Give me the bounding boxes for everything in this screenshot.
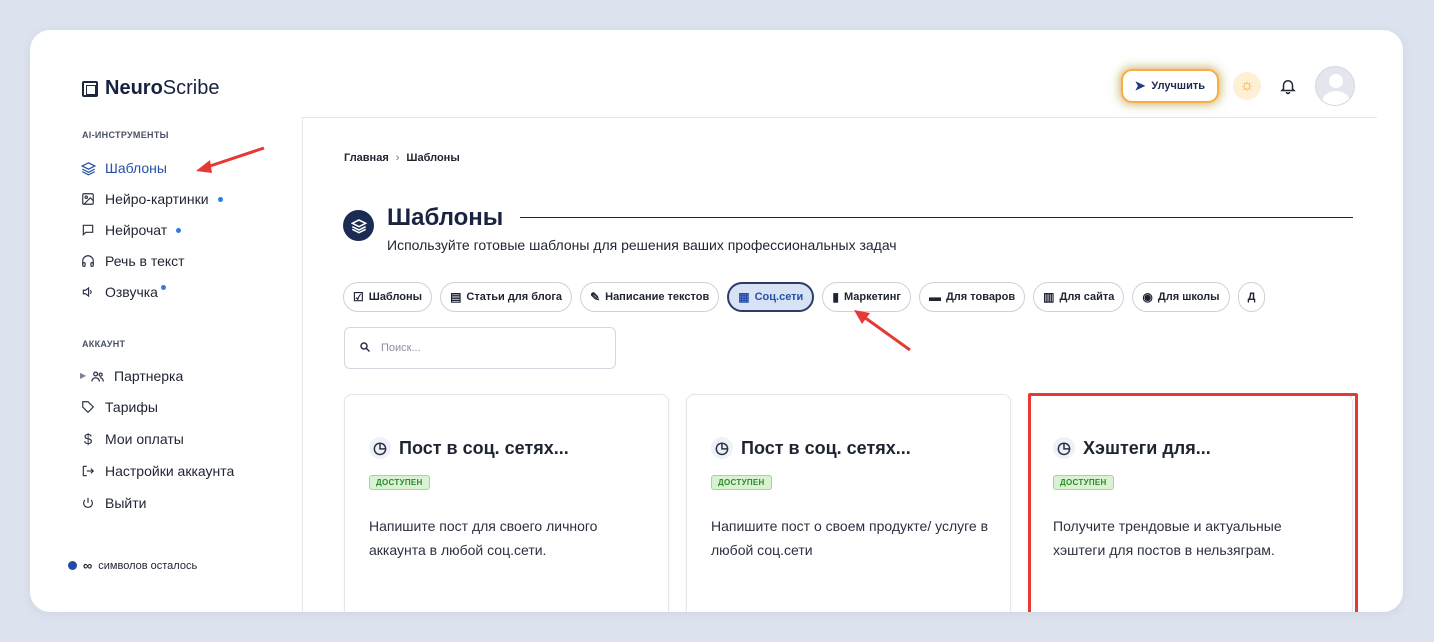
chip-more[interactable]: Д: [1237, 282, 1266, 312]
title-divider: [520, 217, 1353, 218]
sidebar-item-voiceover[interactable]: Озвучка: [80, 281, 166, 303]
sidebar-item-templates[interactable]: Шаблоны: [80, 157, 167, 179]
chip-products[interactable]: ▬ Для товаров: [918, 282, 1026, 312]
clock-icon: ◷: [369, 437, 391, 459]
layers-icon: [80, 160, 96, 176]
clock-icon: ◷: [1053, 437, 1075, 459]
header-divider: [302, 117, 1377, 118]
sidebar-item-logout[interactable]: Выйти: [80, 492, 146, 514]
image-icon: [80, 191, 96, 207]
chip-website[interactable]: ▥ Для сайта: [1033, 282, 1125, 312]
search-placeholder: Поиск...: [381, 342, 421, 354]
chip-blog-articles[interactable]: ▤ Статьи для блога: [440, 282, 573, 312]
user-avatar[interactable]: [1315, 66, 1355, 106]
tag-icon: [80, 399, 96, 415]
chat-icon: [80, 222, 96, 238]
users-icon: [89, 368, 105, 384]
theme-toggle-sun-icon[interactable]: ☼: [1233, 72, 1261, 100]
sidebar-section-account: АККАУНТ: [82, 339, 126, 349]
expand-caret-icon[interactable]: ▶: [80, 371, 86, 380]
card-title: Хэштеги для...: [1083, 437, 1211, 458]
sidebar-item-account-settings[interactable]: Настройки аккаунта: [80, 460, 234, 482]
dollar-icon: $: [83, 430, 93, 448]
card-description: Напишите пост о своем продукте/ услуге в…: [711, 518, 989, 558]
chip-templates[interactable]: ☑ Шаблоны: [343, 282, 433, 312]
status-badge: ДОСТУПЕН: [369, 475, 430, 490]
search-field[interactable]: Поиск...: [344, 327, 616, 369]
status-badge: ДОСТУПЕН: [1053, 475, 1114, 490]
sidebar-item-partners[interactable]: Партнерка: [89, 365, 183, 387]
template-card-personal-post[interactable]: ◷ Пост в соц. сетях... ДОСТУПЕН Напишите …: [344, 394, 669, 612]
brand-logo[interactable]: NeuroScribe: [82, 77, 220, 100]
chip-social-media[interactable]: ▦ Соц.сети: [727, 282, 815, 312]
laptop-icon: ▬: [928, 290, 941, 304]
headphones-icon: [80, 253, 96, 269]
shopping-bags-icon: ▦: [738, 290, 750, 304]
breadcrumb-home[interactable]: Главная: [344, 152, 389, 164]
template-card-product-post[interactable]: ◷ Пост в соц. сетях... ДОСТУПЕН Напишите …: [686, 394, 1011, 612]
card-description: Напишите пост для своего личного аккаунт…: [369, 518, 598, 558]
chip-school[interactable]: ◉ Для школы: [1132, 282, 1230, 312]
status-dot: [68, 561, 77, 570]
exit-arrow-icon: [80, 463, 96, 479]
template-card-hashtags[interactable]: ◷ Хэштеги для... ДОСТУПЕН Получите трендо…: [1028, 394, 1353, 612]
card-title: Пост в соц. сетях...: [399, 437, 569, 458]
symbols-remaining: ∞ символов осталось: [68, 558, 197, 573]
logo-icon: [82, 80, 98, 97]
breadcrumb: Главная › Шаблоны: [344, 152, 460, 164]
rocket-icon: ➤: [1134, 78, 1146, 93]
sidebar-item-payments[interactable]: $ Мои оплаты: [80, 428, 184, 450]
card-description: Получите трендовые и актуальные хэштеги …: [1053, 518, 1282, 558]
chip-marketing[interactable]: ▮ Маркетинг: [822, 282, 911, 312]
chip-writing[interactable]: ✎ Написание текстов: [580, 282, 720, 312]
ledger-icon: ▥: [1043, 290, 1055, 304]
upgrade-button[interactable]: ➤ Улучшить: [1122, 71, 1217, 101]
memo-icon: ✎: [590, 290, 601, 304]
sidebar-item-tariffs[interactable]: Тарифы: [80, 396, 158, 418]
page-subtitle: Используйте готовые шаблоны для решения …: [387, 237, 897, 253]
new-dot: [160, 284, 166, 290]
page-layers-icon: [343, 210, 374, 241]
sidebar-section-ai: AI-ИНСТРУМЕНТЫ: [82, 130, 169, 140]
card-title: Пост в соц. сетях...: [741, 437, 911, 458]
sidebar-item-speech-to-text[interactable]: Речь в текст: [80, 250, 185, 272]
new-dot: [176, 227, 182, 233]
mask-icon: ◉: [1142, 290, 1153, 304]
sidebar-item-neuro-images[interactable]: Нейро-картинки: [80, 188, 223, 210]
checkbox-icon: ☑: [353, 290, 364, 304]
phone-icon: ▮: [832, 290, 839, 304]
new-dot: [217, 196, 223, 202]
app-window: NeuroScribe ➤ Улучшить ☼ AI-ИНСТРУМЕНТЫ …: [30, 30, 1403, 612]
speaker-icon: [80, 284, 96, 300]
notification-bell-icon[interactable]: [1277, 75, 1299, 97]
category-chips: ☑ Шаблоны ▤ Статьи для блога ✎ Написание те…: [343, 282, 1377, 314]
search-icon: [359, 341, 371, 356]
power-icon: [80, 495, 96, 511]
sidebar: AI-ИНСТРУМЕНТЫ Шаблоны Нейро-картинки Не…: [30, 117, 303, 612]
status-badge: ДОСТУПЕН: [711, 475, 772, 490]
page-title: Шаблоны: [387, 204, 504, 231]
sidebar-item-neurochat[interactable]: Нейрочат: [80, 219, 182, 241]
breadcrumb-current: Шаблоны: [406, 152, 460, 164]
notepad-icon: ▤: [450, 290, 462, 304]
clock-icon: ◷: [711, 437, 733, 459]
